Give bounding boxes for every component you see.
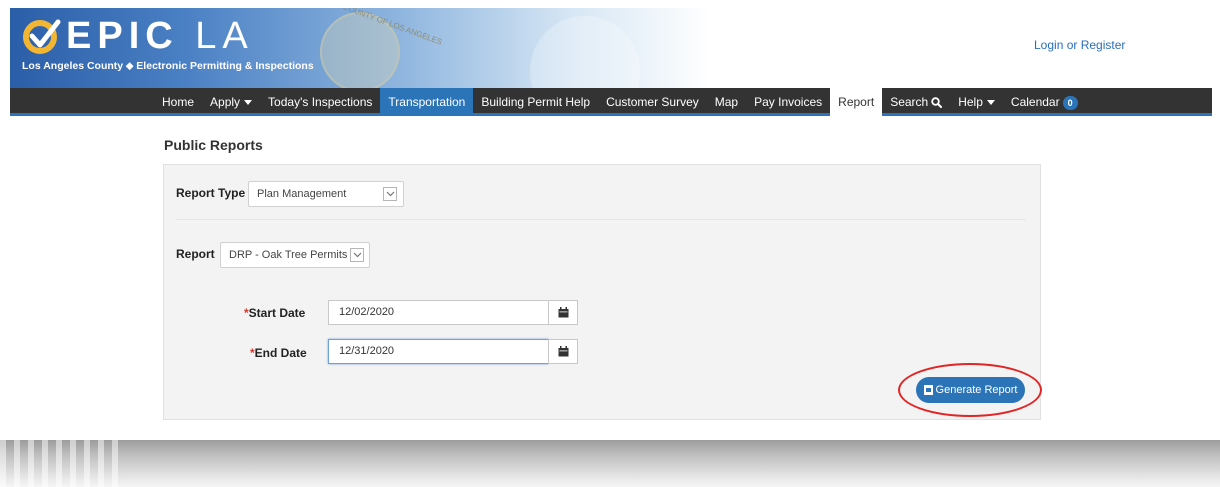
caret-down-icon	[244, 100, 253, 106]
report-type-value: Plan Management	[257, 188, 347, 200]
start-date-label: *Start Date	[244, 306, 305, 320]
nav-customer-survey-label: Customer Survey	[606, 95, 699, 109]
page-title: Public Reports	[164, 137, 263, 153]
end-date-label-text: End Date	[254, 346, 307, 360]
nav-pay-invoices-label: Pay Invoices	[754, 95, 823, 109]
nav-todays-inspections-label: Today's Inspections	[268, 95, 373, 109]
nav-help-label: Help	[958, 95, 983, 109]
divider	[176, 219, 1026, 220]
nav-map-label: Map	[714, 95, 739, 109]
end-date-calendar-button[interactable]	[548, 339, 578, 364]
nav-menu: Home Apply Today's Inspections Transport…	[154, 88, 1086, 116]
calendar-icon	[558, 307, 569, 318]
nav-todays-inspections[interactable]: Today's Inspections	[260, 88, 380, 116]
nav-apply-label: Apply	[210, 95, 241, 109]
chevron-down-icon	[383, 187, 397, 201]
nav-transportation[interactable]: Transportation	[380, 88, 474, 116]
check-logo-icon	[23, 19, 61, 54]
logo-epic: EPIC	[66, 15, 179, 57]
chevron-down-icon	[350, 248, 364, 262]
highlight-circle	[898, 363, 1042, 417]
bottom-shadow-band	[0, 440, 1220, 487]
search-icon	[931, 97, 943, 109]
calendar-icon	[558, 346, 569, 357]
nav-building-permit-help[interactable]: Building Permit Help	[473, 88, 598, 116]
report-value: DRP - Oak Tree Permits I	[229, 249, 354, 261]
report-type-select[interactable]: Plan Management	[248, 181, 404, 207]
page: EPIC LA Los Angeles County ⬥ Electronic …	[0, 0, 1220, 487]
nav-customer-survey[interactable]: Customer Survey	[598, 88, 707, 116]
nav-search-label: Search	[890, 95, 929, 109]
nav-pay-invoices[interactable]: Pay Invoices	[746, 88, 830, 116]
logo-text: EPIC LA	[66, 16, 254, 56]
banner-watermark-check	[530, 16, 640, 88]
logo-la: LA	[195, 15, 254, 57]
header: EPIC LA Los Angeles County ⬥ Electronic …	[10, 8, 1212, 88]
start-date-calendar-button[interactable]	[548, 300, 578, 325]
nav-home-label: Home	[162, 95, 195, 109]
report-select[interactable]: DRP - Oak Tree Permits I	[220, 242, 370, 268]
login-register-link[interactable]: Login or Register	[1034, 38, 1125, 52]
banner: EPIC LA Los Angeles County ⬥ Electronic …	[10, 8, 710, 88]
report-label: Report	[176, 247, 215, 261]
nav-apply[interactable]: Apply	[202, 88, 260, 116]
nav-report-label: Report	[838, 95, 875, 109]
nav-report[interactable]: Report	[830, 88, 883, 116]
calendar-count-badge: 0	[1062, 96, 1078, 110]
nav-help[interactable]: Help	[950, 88, 1003, 116]
report-type-label: Report Type	[176, 186, 246, 200]
logo-subtitle: Los Angeles County ⬥ Electronic Permitti…	[22, 60, 314, 72]
end-date-input[interactable]: 12/31/2020	[328, 339, 549, 364]
nav-search[interactable]: Search	[882, 88, 950, 116]
nav-calendar[interactable]: Calendar 0	[1003, 88, 1086, 116]
nav-transportation-label: Transportation	[388, 95, 466, 109]
nav-building-permit-help-label: Building Permit Help	[481, 95, 591, 109]
nav-calendar-label: Calendar	[1010, 95, 1060, 109]
start-date-input[interactable]: 12/02/2020	[328, 300, 549, 325]
nav-map[interactable]: Map	[707, 88, 746, 116]
nav-home[interactable]: Home	[154, 88, 202, 116]
caret-down-icon	[986, 100, 995, 106]
start-date-label-text: Start Date	[248, 306, 306, 320]
navbar: Home Apply Today's Inspections Transport…	[10, 88, 1212, 116]
end-date-label: *End Date	[250, 346, 307, 360]
